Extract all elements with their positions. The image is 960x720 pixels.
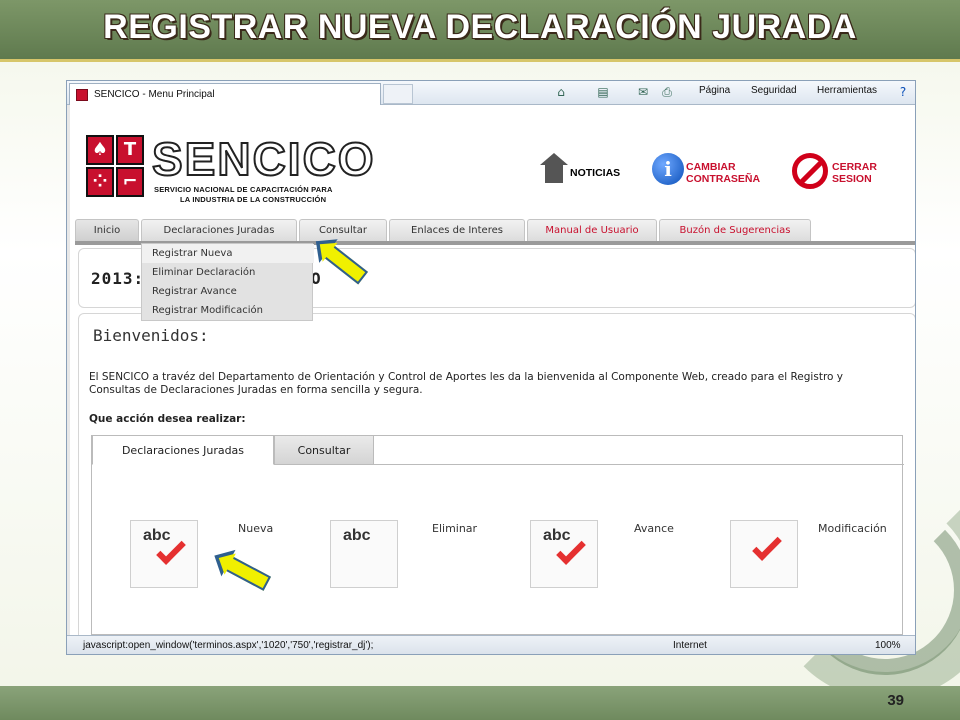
declaraciones-dropdown: Registrar Nueva Eliminar Declaración Reg… xyxy=(141,243,314,321)
modify-declaration-icon[interactable] xyxy=(730,520,798,588)
help-icon[interactable]: ? xyxy=(895,84,911,100)
logo-hammer-icon: T xyxy=(116,135,144,165)
logo-subtitle-1: SERVICIO NACIONAL DE CAPACITACIÓN PARA xyxy=(154,185,333,194)
web-page: ♠ T ⁘ ⌐ SENCICO SERVICIO NACIONAL DE CAP… xyxy=(67,105,915,643)
dropdown-item-eliminar[interactable]: Eliminar Declaración xyxy=(142,263,314,282)
welcome-title: Bienvenidos: xyxy=(93,326,209,345)
delete-icon-text: abc xyxy=(343,527,371,544)
tools-menu[interactable]: Herramientas xyxy=(817,85,877,96)
page-menu[interactable]: Página xyxy=(699,85,730,96)
progress-icon-text: abc xyxy=(543,527,571,544)
sencico-favicon-icon xyxy=(76,89,88,101)
logout-link-line2[interactable]: SESION xyxy=(832,173,872,185)
logo-tool-icon: ⌐ xyxy=(116,167,144,197)
nav-tab-inicio[interactable]: Inicio xyxy=(75,219,139,241)
dropdown-item-modificacion[interactable]: Registrar Modificación xyxy=(142,301,314,320)
nav-tab-consultar[interactable]: Consultar xyxy=(299,219,387,241)
news-icon[interactable] xyxy=(538,153,570,187)
home-icon[interactable]: ⌂ xyxy=(553,84,569,100)
year-label: 2013: xyxy=(91,269,145,288)
new-icon-text: abc xyxy=(143,527,171,544)
dropdown-item-registrar-nueva[interactable]: Registrar Nueva xyxy=(142,244,314,263)
feeds-icon[interactable]: ▤ xyxy=(595,84,611,100)
slide-page-number: 39 xyxy=(887,692,904,709)
welcome-text-line1: El SENCICO a travéz del Departamento de … xyxy=(89,371,844,383)
tab-declaraciones-juradas[interactable]: Declaraciones Juradas xyxy=(92,435,274,465)
delete-declaration-icon[interactable]: abc xyxy=(330,520,398,588)
welcome-panel: Bienvenidos: El SENCICO a travéz del Dep… xyxy=(78,313,915,643)
browser-tab[interactable]: SENCICO - Menu Principal xyxy=(69,83,381,105)
logo-dice-icon: ⁘ xyxy=(86,167,114,197)
nav-tab-declaraciones[interactable]: Declaraciones Juradas xyxy=(141,219,297,241)
slide-footer xyxy=(0,686,960,720)
dropdown-item-avance[interactable]: Registrar Avance xyxy=(142,282,314,301)
slide-title: REGISTRAR NUEVA DECLARACIÓN JURADA xyxy=(103,8,857,46)
logo-wordmark: SENCICO xyxy=(151,133,376,185)
no-entry-icon[interactable] xyxy=(792,153,828,189)
zoom-level[interactable]: 100% xyxy=(875,640,901,651)
new-tab-button[interactable] xyxy=(383,84,413,104)
logo-spade-icon: ♠ xyxy=(86,135,114,165)
ie-toolbar: SENCICO - Menu Principal ⌂ ▤ ✉ ⎙ Página … xyxy=(67,81,915,105)
nav-tab-manual[interactable]: Manual de Usuario xyxy=(527,219,657,241)
main-nav: Inicio Declaraciones Juradas Consultar E… xyxy=(75,219,915,241)
tab-consultar[interactable]: Consultar xyxy=(274,435,374,465)
welcome-text-line2: Consultas de Declaraciones Juradas en fo… xyxy=(89,384,423,396)
action-avance-label[interactable]: Avance xyxy=(634,522,674,535)
action-tabs: Declaraciones Juradas Consultar abc Nuev… xyxy=(91,435,904,635)
logo-subtitle-2: LA INDUSTRIA DE LA CONSTRUCCIÓN xyxy=(180,195,327,204)
change-password-link-line2[interactable]: CONTRASEÑA xyxy=(686,173,760,185)
change-password-link-line1[interactable]: CAMBIAR xyxy=(686,161,736,173)
print-icon[interactable]: ⎙ xyxy=(659,84,675,100)
action-nueva-label[interactable]: Nueva xyxy=(238,522,273,535)
browser-tab-title: SENCICO - Menu Principal xyxy=(94,89,215,100)
read-mail-icon[interactable]: ✉ xyxy=(635,84,651,100)
action-question: Que acción desea realizar: xyxy=(89,413,246,425)
status-zone: Internet xyxy=(673,640,707,651)
sencico-logo-mark: ♠ T ⁘ ⌐ xyxy=(86,135,148,201)
status-bar: javascript:open_window('terminos.aspx','… xyxy=(67,635,915,654)
security-menu[interactable]: Seguridad xyxy=(751,85,797,96)
browser-window: SENCICO - Menu Principal ⌂ ▤ ✉ ⎙ Página … xyxy=(66,80,916,655)
new-declaration-icon[interactable]: abc xyxy=(130,520,198,588)
info-icon[interactable]: i xyxy=(652,153,684,185)
action-eliminar-label[interactable]: Eliminar xyxy=(432,522,477,535)
status-url: javascript:open_window('terminos.aspx','… xyxy=(83,640,374,651)
action-modificacion-label[interactable]: Modificación xyxy=(818,522,887,535)
news-link[interactable]: NOTICIAS xyxy=(570,167,620,179)
nav-tab-enlaces[interactable]: Enlaces de Interes xyxy=(389,219,525,241)
progress-declaration-icon[interactable]: abc xyxy=(530,520,598,588)
logout-link-line1[interactable]: CERRAR xyxy=(832,161,877,173)
nav-tab-buzon[interactable]: Buzón de Sugerencias xyxy=(659,219,811,241)
